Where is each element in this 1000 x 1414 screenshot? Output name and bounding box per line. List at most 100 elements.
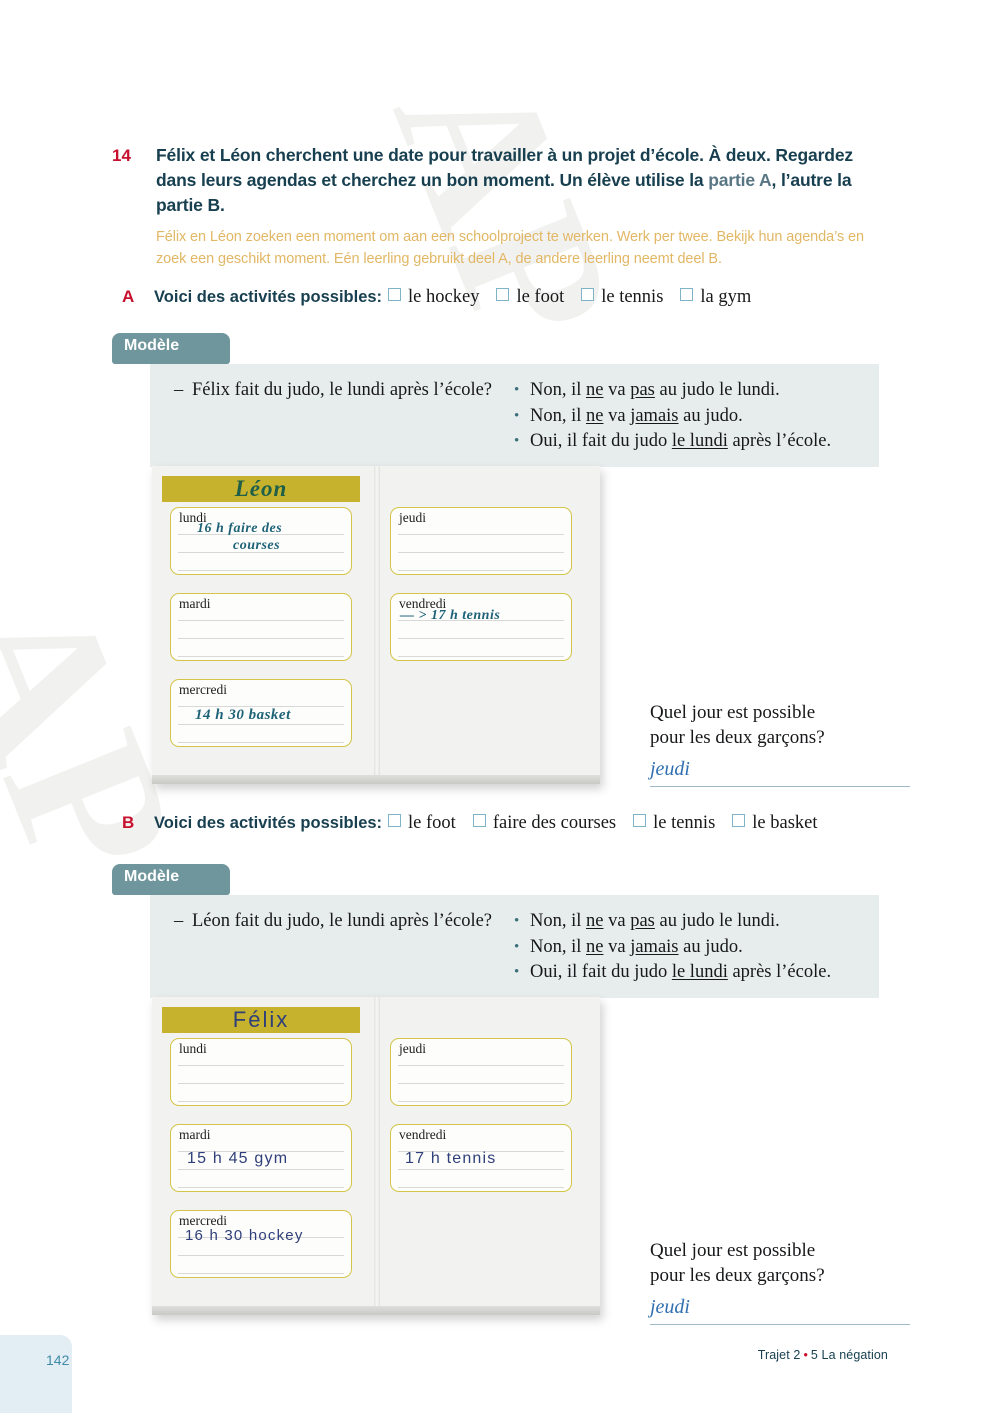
agenda-day-jeudi: jeudi [390,1038,572,1106]
modele-answer-b-2: • Oui, il fait du judo le lundi après l’… [514,960,869,986]
option-a-2[interactable]: le tennis [581,287,663,308]
answer-underline-1: ne [586,405,604,426]
modele-tab-a: Modèle [112,333,230,364]
option-b-3[interactable]: le basket [732,813,818,834]
modele-answer-a-2: • Oui, il fait du judo le lundi après l’… [514,429,869,455]
checkbox-icon[interactable] [581,288,595,301]
checkbox-icon[interactable] [472,814,486,827]
modele-question-column-a: – Félix fait du judo, le lundi après l’é… [164,378,504,455]
answer-underline-2: jamais [630,936,679,957]
question-line-1: Quel jour est possible [650,1240,816,1261]
modele-question-a: – Félix fait du judo, le lundi après l’é… [174,378,504,403]
agenda-entry-line2: courses [233,538,281,553]
book-base [152,1306,600,1315]
book-spine [374,466,380,784]
answer-underline-2: jamais [630,405,679,426]
modele-answers-column-a: • Non, il ne va pas au judo le lundi. • … [504,378,869,455]
checkbox-icon[interactable] [388,288,402,301]
option-label: le foot [516,287,565,307]
answer-underline-1: ne [586,911,604,931]
bullet-icon: • [514,407,520,424]
checkbox-icon[interactable] [633,814,647,827]
answer-value: jeudi [650,1296,690,1318]
agenda-leon: Léon lundi 16 h faire des courses mardi … [152,466,600,784]
option-label: le tennis [601,287,664,307]
day-label: jeudi [399,510,426,525]
agenda-name-banner: Félix [162,1007,360,1033]
option-a-0[interactable]: le hockey [388,287,479,308]
modele-answer-b-1: • Non, il ne va jamais au judo. [514,935,869,961]
question-line-2: pour les deux garçons? [650,1265,825,1286]
question-dash: – [174,911,184,931]
agenda-name-banner: Léon [162,476,360,502]
section-a-letter: A [122,287,135,306]
agenda-entry-line1: 15 h 45 gym [187,1150,289,1167]
option-label: la gym [700,287,752,307]
answer-pre: Non, il [530,380,587,400]
option-label: le basket [752,813,818,833]
agenda-day-vendredi: vendredi 17 h tennis [390,1124,572,1192]
option-b-2[interactable]: le tennis [633,813,715,834]
agenda-owner-name: Léon [234,476,288,501]
page-number: 142 [46,1352,70,1368]
answer-mid: va [603,380,631,400]
answer-post: après l’école. [727,962,832,982]
bullet-icon: • [514,938,520,955]
question-block-a: Quel jour est possible pour les deux gar… [650,700,910,787]
footer-trajet: Trajet 2 [757,1348,801,1362]
day-label: lundi [179,1041,207,1056]
answer-post: au judo le lundi. [654,380,780,400]
book-spine [374,997,380,1315]
section-b-label: Voici des activités possibles: [154,814,383,832]
option-b-1[interactable]: faire des courses [472,813,617,834]
footer-separator: • [803,1348,808,1362]
option-label: le tennis [653,813,716,833]
option-b-0[interactable]: le foot [388,813,456,834]
option-label: le foot [408,813,456,833]
section-b-options-line: B Voici des activités possibles: le foot… [122,813,912,834]
modele-answer-a-0: • Non, il ne va pas au judo le lundi. [514,378,869,404]
day-label: jeudi [399,1041,426,1056]
question-dash: – [174,380,184,400]
checkbox-icon[interactable] [388,814,402,827]
question-block-b: Quel jour est possible pour les deux gar… [650,1238,910,1325]
day-label: mercredi [179,682,227,697]
section-a-options-line: A Voici des activités possibles: le hock… [122,287,912,308]
option-label: faire des courses [492,813,617,833]
agenda-entry-line1: — > 17 h tennis [400,608,501,623]
exercise-instruction-fr: Félix et Léon cherchent une date pour tr… [156,143,882,218]
answer-field-b[interactable]: jeudi [650,1296,910,1325]
answer-pre: Oui, il fait du judo [530,962,672,982]
agenda-day-lundi: lundi 16 h faire des courses [170,507,352,575]
footer-chapter-info: Trajet 2 • 5 La négation [758,1348,888,1362]
bullet-icon: • [514,382,520,398]
checkbox-icon[interactable] [732,814,746,827]
option-a-1[interactable]: le foot [496,287,564,308]
agenda-entry-line1: 17 h tennis [405,1150,497,1167]
agenda-felix: Félix lundi mardi 15 h 45 gym mercredi 1… [152,997,600,1315]
instruction-fr-muted: partie A [708,170,772,190]
agenda-entry-line1: 16 h faire des [197,521,283,536]
agenda-day-mercredi: mercredi 16 h 30 hockey [170,1210,352,1278]
modele-tab-label: Modèle [124,868,180,885]
exercise-number: 14 [112,146,131,165]
option-label: le hockey [408,287,480,307]
question-line-2: pour les deux garçons? [650,727,825,748]
agenda-day-mercredi: mercredi 14 h 30 basket [170,679,352,747]
agenda-day-mardi: mardi [170,593,352,661]
exercise-instruction-nl: Félix en Léon zoeken een moment om aan e… [156,229,864,267]
day-label: mardi [179,596,211,611]
answer-field-a[interactable]: jeudi [650,758,910,787]
exercise-header: 14 Félix et Léon cherchent une date pour… [112,143,882,270]
answer-underline-2: pas [630,380,655,400]
option-a-3[interactable]: la gym [680,287,751,308]
answer-underline-1: ne [586,936,604,957]
answer-value: jeudi [650,758,690,780]
modele-tab-b: Modèle [112,864,230,895]
section-b-letter: B [122,813,135,832]
checkbox-icon[interactable] [496,288,510,301]
checkbox-icon[interactable] [680,288,694,301]
footer-chapter: 5 La négation [810,1348,888,1362]
modele-question-b: – Léon fait du judo, le lundi après l’éc… [174,909,504,934]
answer-pre: Non, il [530,911,587,931]
